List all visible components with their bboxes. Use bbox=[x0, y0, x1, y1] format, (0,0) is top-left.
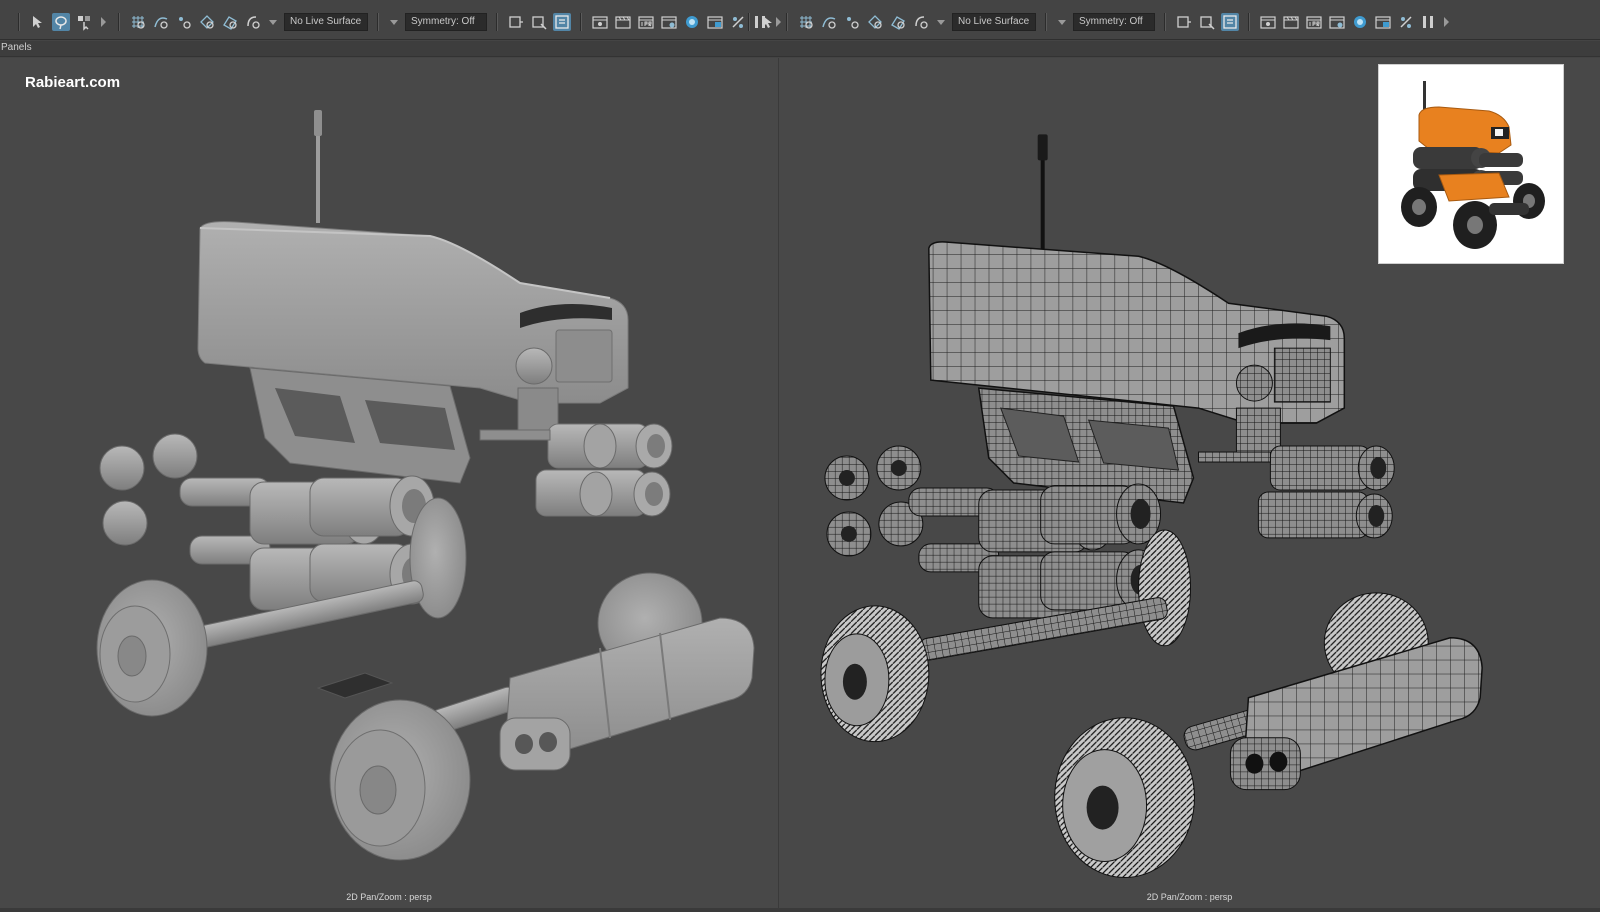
toolbar-separator bbox=[377, 13, 379, 31]
viewport-shaded[interactable]: Rabieart.com 2D Pan/Zoom : persp bbox=[0, 58, 778, 908]
snap-view-icon[interactable] bbox=[866, 13, 884, 31]
render-icon[interactable] bbox=[614, 13, 632, 31]
snap-curve-icon[interactable] bbox=[152, 13, 170, 31]
toolbar-separator bbox=[1164, 13, 1166, 31]
input-ops-icon[interactable] bbox=[530, 13, 548, 31]
reference-render-image bbox=[1378, 64, 1564, 264]
ipr-icon[interactable] bbox=[1305, 13, 1323, 31]
snap-point-icon[interactable] bbox=[843, 13, 861, 31]
toolbar-separator bbox=[748, 13, 750, 31]
snap-grid-icon[interactable] bbox=[129, 13, 147, 31]
hypershade-icon[interactable] bbox=[1351, 13, 1369, 31]
toolbar-separator bbox=[1248, 13, 1250, 31]
wheel-rear-left bbox=[820, 605, 930, 743]
render-settings-icon[interactable] bbox=[660, 13, 678, 31]
toolbar-separator bbox=[496, 13, 498, 31]
toolbar-collapse-icon[interactable] bbox=[1444, 17, 1449, 27]
toolbar-separator bbox=[1045, 13, 1047, 31]
hypershade-icon[interactable] bbox=[683, 13, 701, 31]
robot-shaded-model[interactable] bbox=[0, 58, 778, 908]
live-surface-field[interactable]: No Live Surface bbox=[952, 13, 1036, 31]
paint-select-icon[interactable] bbox=[75, 13, 93, 31]
chevron-down-icon[interactable] bbox=[269, 19, 277, 25]
render-view-icon[interactable] bbox=[706, 13, 724, 31]
chevron-down-icon[interactable] bbox=[390, 19, 398, 25]
pause-icon[interactable] bbox=[1423, 16, 1433, 28]
select-icon[interactable] bbox=[29, 13, 47, 31]
toolbar-right: No Live Surface Symmetry: Off bbox=[744, 9, 1452, 35]
render-icon[interactable] bbox=[1282, 13, 1300, 31]
symmetry-field[interactable]: Symmetry: Off bbox=[405, 13, 487, 31]
viewport-status: 2D Pan/Zoom : persp bbox=[1146, 892, 1233, 902]
toolbar-separator bbox=[118, 13, 120, 31]
snap-live-icon[interactable] bbox=[912, 13, 930, 31]
status-line: No Live Surface Symmetry: Off No Live Su… bbox=[0, 0, 1600, 40]
symmetry-field[interactable]: Symmetry: Off bbox=[1073, 13, 1155, 31]
toolbar-collapse-icon[interactable] bbox=[101, 17, 106, 27]
render-view-icon[interactable] bbox=[1374, 13, 1392, 31]
chevron-down-icon[interactable] bbox=[1058, 19, 1066, 25]
snap-surface-icon[interactable] bbox=[889, 13, 907, 31]
render-frame-icon[interactable] bbox=[591, 13, 609, 31]
snap-point-icon[interactable] bbox=[175, 13, 193, 31]
snap-surface-icon[interactable] bbox=[221, 13, 239, 31]
light-editor-icon[interactable] bbox=[1397, 13, 1415, 31]
construction-history-icon[interactable] bbox=[507, 13, 525, 31]
toolbar-separator bbox=[580, 13, 582, 31]
chevron-down-icon[interactable] bbox=[937, 19, 945, 25]
construction-history-icon[interactable] bbox=[1175, 13, 1193, 31]
snap-grid-icon[interactable] bbox=[797, 13, 815, 31]
output-ops-icon[interactable] bbox=[553, 13, 571, 31]
render-frame-icon[interactable] bbox=[1259, 13, 1277, 31]
ipr-icon[interactable] bbox=[637, 13, 655, 31]
front-cannon-cluster bbox=[1197, 445, 1395, 539]
wheel-front-left bbox=[1054, 717, 1195, 879]
render-settings-icon[interactable] bbox=[1328, 13, 1346, 31]
input-ops-icon[interactable] bbox=[1198, 13, 1216, 31]
viewport-bottom-border bbox=[0, 908, 1600, 912]
snap-curve-icon[interactable] bbox=[820, 13, 838, 31]
output-ops-icon[interactable] bbox=[1221, 13, 1239, 31]
live-surface-field[interactable]: No Live Surface bbox=[284, 13, 368, 31]
toolbar-separator bbox=[18, 13, 20, 31]
select-icon[interactable] bbox=[759, 13, 777, 31]
watermark: Rabieart.com bbox=[25, 74, 121, 91]
snap-live-icon[interactable] bbox=[244, 13, 262, 31]
panels-menu[interactable]: Panels bbox=[1, 42, 32, 53]
viewport-status: 2D Pan/Zoom : persp bbox=[346, 892, 432, 902]
wheel-front-left bbox=[329, 699, 471, 861]
lasso-icon[interactable] bbox=[52, 13, 70, 31]
snap-view-icon[interactable] bbox=[198, 13, 216, 31]
wheel-rear-left bbox=[96, 579, 208, 717]
toolbar-separator bbox=[786, 13, 788, 31]
front-cannon-cluster bbox=[479, 423, 673, 517]
toolbar-left: No Live Surface Symmetry: Off bbox=[14, 9, 784, 35]
panel-menu-bar: Panels bbox=[0, 41, 1600, 57]
